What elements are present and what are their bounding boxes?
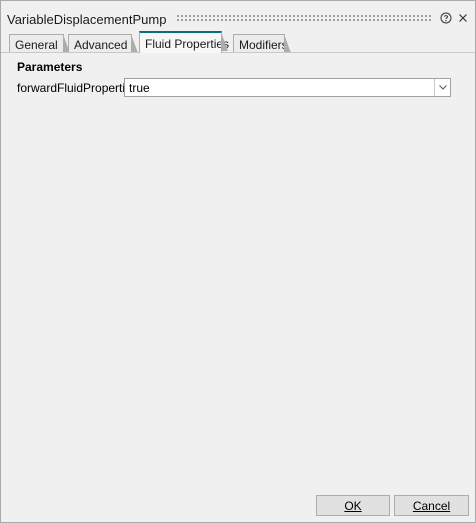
tab-label: Advanced <box>74 38 128 52</box>
chevron-down-icon[interactable] <box>434 79 450 96</box>
forward-fluid-properties-dropdown[interactable]: true <box>124 78 451 97</box>
ok-button-label: OK <box>344 498 362 513</box>
drag-grip[interactable] <box>176 14 431 23</box>
cancel-button-label: Cancel <box>412 498 451 513</box>
tab-fluid-properties[interactable]: Fluid Properties <box>139 31 229 53</box>
help-icon[interactable] <box>439 11 453 25</box>
cancel-button[interactable]: Cancel <box>394 495 469 516</box>
title-bar[interactable]: VariableDisplacementPump <box>1 1 475 31</box>
tab-modifiers[interactable]: Modifiers <box>233 34 291 53</box>
window-title: VariableDisplacementPump <box>7 12 167 27</box>
tab-advanced[interactable]: Advanced <box>68 34 138 53</box>
close-icon[interactable] <box>456 11 470 25</box>
tab-label: Fluid Properties <box>145 37 230 51</box>
tab-label: Modifiers <box>239 38 288 52</box>
tab-bar: General Advanced Fluid Properties Modifi… <box>1 31 475 53</box>
tab-label: General <box>15 38 58 52</box>
tab-general[interactable]: General <box>9 34 70 53</box>
ok-button[interactable]: OK <box>316 495 390 516</box>
parameters-heading: Parameters <box>17 60 83 74</box>
dropdown-value: true <box>129 81 150 95</box>
tab-divider <box>1 52 475 53</box>
dialog-window: VariableDisplacementPump General Advance… <box>0 0 476 523</box>
forward-fluid-properties-label: forwardFluidProperties <box>17 81 138 95</box>
